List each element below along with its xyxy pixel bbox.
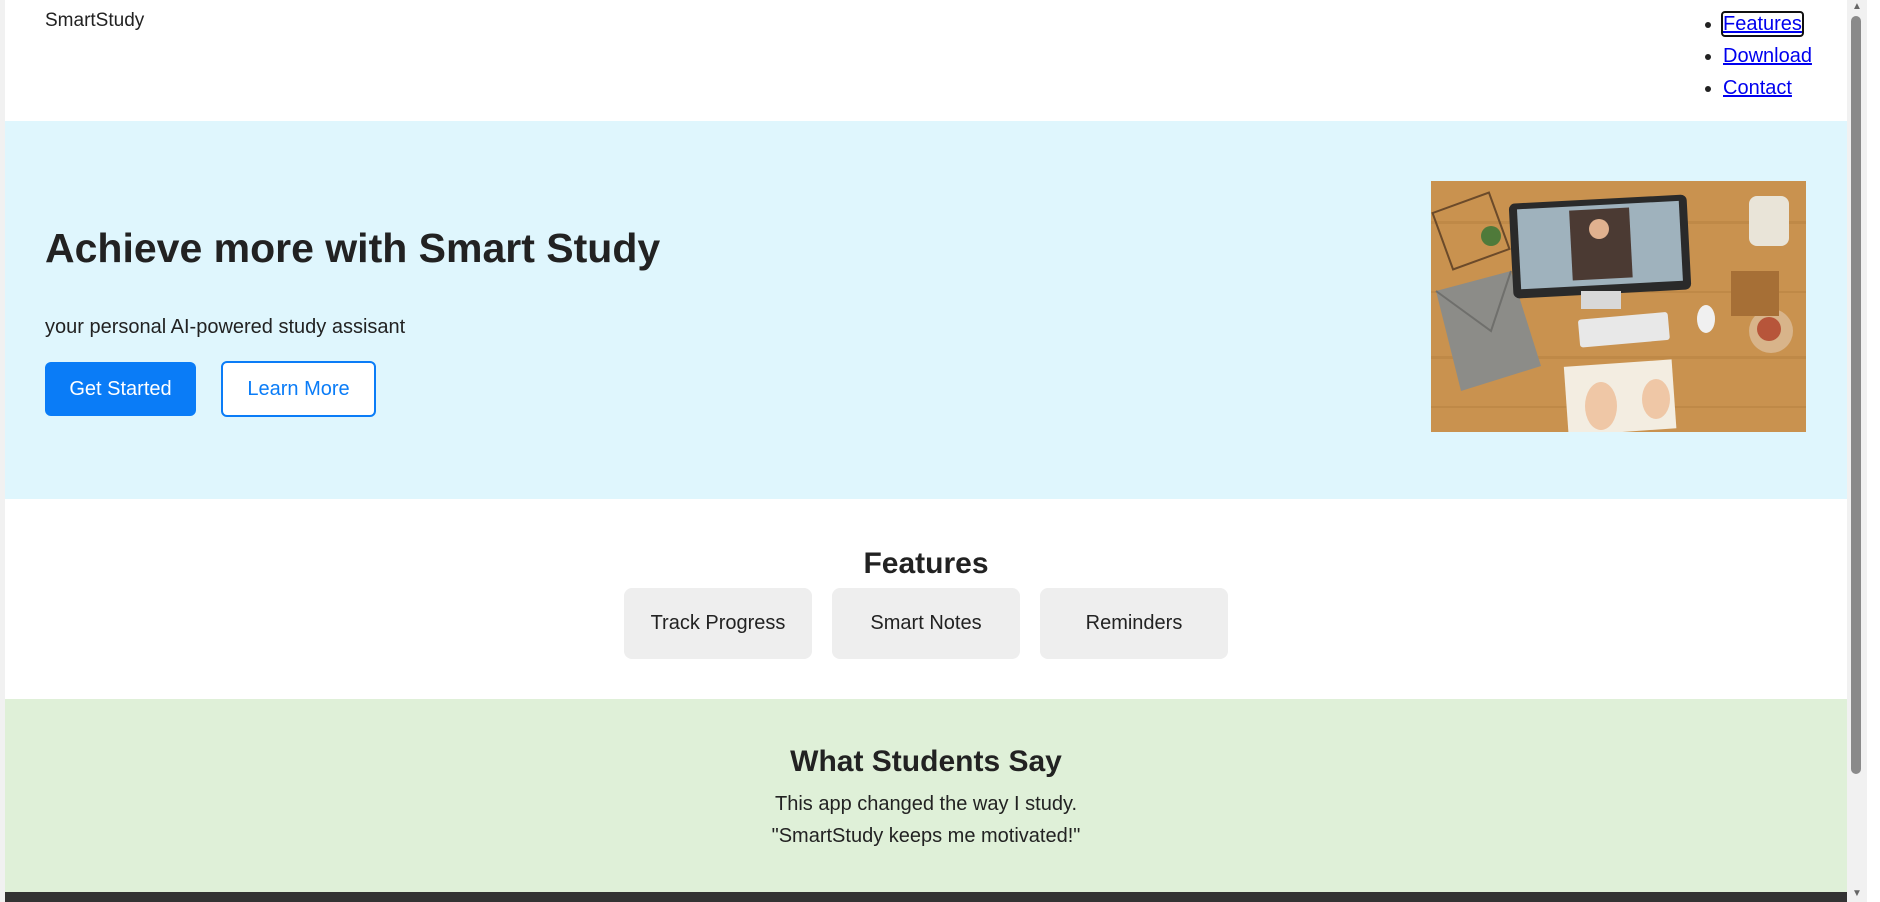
feature-card-smart-notes: Smart Notes — [832, 588, 1020, 659]
main-nav: Features Download Contact — [1721, 8, 1812, 104]
nav-link-contact[interactable]: Contact — [1723, 77, 1792, 99]
learn-more-button[interactable]: Learn More — [221, 361, 376, 417]
nav-link-download[interactable]: Download — [1723, 45, 1812, 67]
feature-card-track-progress: Track Progress — [624, 588, 812, 659]
hero-title: Achieve more with Smart Study — [45, 225, 661, 271]
testimonials-heading: What Students Say — [790, 745, 1062, 778]
testimonials-section: What Students Say This app changed the w… — [5, 699, 1847, 892]
scrollbar-thumb[interactable] — [1851, 16, 1861, 774]
vertical-scrollbar[interactable]: ▲ ▼ — [1847, 0, 1867, 902]
hero-section: Achieve more with Smart Study your perso… — [5, 121, 1847, 499]
features-section: Features Track Progress Smart Notes Remi… — [5, 499, 1847, 699]
testimonial-quote: "SmartStudy keeps me motivated!" — [771, 825, 1081, 847]
page: SmartStudy Features Download Contact Ach… — [5, 0, 1847, 902]
scroll-down-icon[interactable]: ▼ — [1851, 888, 1863, 900]
site-header: SmartStudy Features Download Contact — [5, 0, 1847, 121]
get-started-button[interactable]: Get Started — [45, 362, 196, 416]
window-right-edge — [1867, 0, 1880, 902]
hero-subtitle: your personal AI-powered study assisant — [45, 316, 406, 338]
feature-cards: Track Progress Smart Notes Reminders — [624, 588, 1228, 659]
nav-item-contact: Contact — [1723, 72, 1812, 104]
footer — [5, 892, 1847, 902]
nav-link-features[interactable]: Features — [1721, 11, 1804, 37]
nav-item-features: Features — [1721, 8, 1812, 40]
scroll-up-icon[interactable]: ▲ — [1851, 1, 1863, 13]
features-heading: Features — [863, 547, 989, 580]
desk-photo-icon — [1431, 181, 1806, 432]
nav-item-download: Download — [1723, 40, 1812, 72]
testimonial-quote: This app changed the way I study. — [774, 793, 1078, 815]
site-logo[interactable]: SmartStudy — [45, 10, 144, 32]
feature-card-reminders: Reminders — [1040, 588, 1228, 659]
